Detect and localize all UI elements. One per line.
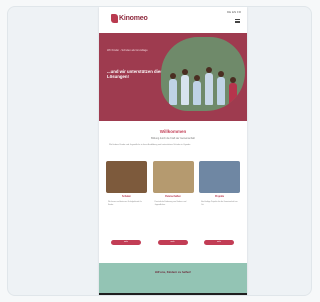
intro-subtitle: Bildung durch die Kraft der Gemeinschaft <box>151 137 195 140</box>
hamburger-icon[interactable] <box>235 19 240 23</box>
site-footer <box>99 293 247 296</box>
language-switcher[interactable]: DE EN FR <box>227 10 241 14</box>
intro-paragraph: Wir fördern Kinder und Jugendliche in ih… <box>109 144 191 146</box>
hero-section: Wir Kinder - Schulen als Grundlage ...un… <box>99 33 247 121</box>
project-text: Persönliche Förderung von Kindern und Ju… <box>154 201 187 206</box>
project-card: Schulen Wir bauen und betreuen Schulgebä… <box>106 161 147 257</box>
project-text: Nachhaltige Projekte für die Gemeinschaf… <box>201 201 238 206</box>
project-image <box>106 161 147 193</box>
project-card: Patenschaften Persönliche Förderung von … <box>152 161 194 257</box>
footer-banner-text: Hilf uns, Kindern zu helfen! <box>154 270 192 274</box>
intro-title: Willkommen <box>159 129 187 134</box>
footer-banner: Hilf uns, Kindern zu helfen! <box>99 263 247 293</box>
project-image <box>199 161 240 193</box>
hero-slogan: ...und wir unterstützen diese Lösungen! <box>107 69 166 80</box>
project-title: Patenschaften <box>165 196 181 198</box>
project-button[interactable]: mehr <box>204 240 234 245</box>
project-cards: Schulen Wir bauen und betreuen Schulgebä… <box>99 161 247 257</box>
logo-text: Kinomeo <box>119 15 148 22</box>
project-title: Schulen <box>122 196 131 198</box>
project-title: Projekte <box>214 196 225 198</box>
project-button[interactable]: mehr <box>111 240 141 245</box>
project-card: Projekte Nachhaltige Projekte für die Ge… <box>199 161 240 257</box>
website-preview: Kinomeo DE EN FR Wir Kinder - Schulen al… <box>99 7 247 296</box>
hero-photo <box>161 37 245 111</box>
project-button[interactable]: mehr <box>157 240 188 245</box>
intro-section: Willkommen Bildung durch die Kraft der G… <box>99 121 247 161</box>
preview-card: Kinomeo DE EN FR Wir Kinder - Schulen al… <box>7 6 312 296</box>
project-text: Wir bauen und betreuen Schulgebäude für … <box>108 201 142 206</box>
cookie-bar[interactable] <box>154 295 194 296</box>
hero-intro: Wir Kinder - Schulen als Grundlage <box>107 49 148 52</box>
logo-icon <box>111 14 118 23</box>
site-header: Kinomeo DE EN FR <box>99 7 247 33</box>
site-logo[interactable]: Kinomeo <box>111 14 148 23</box>
project-image <box>152 161 194 193</box>
